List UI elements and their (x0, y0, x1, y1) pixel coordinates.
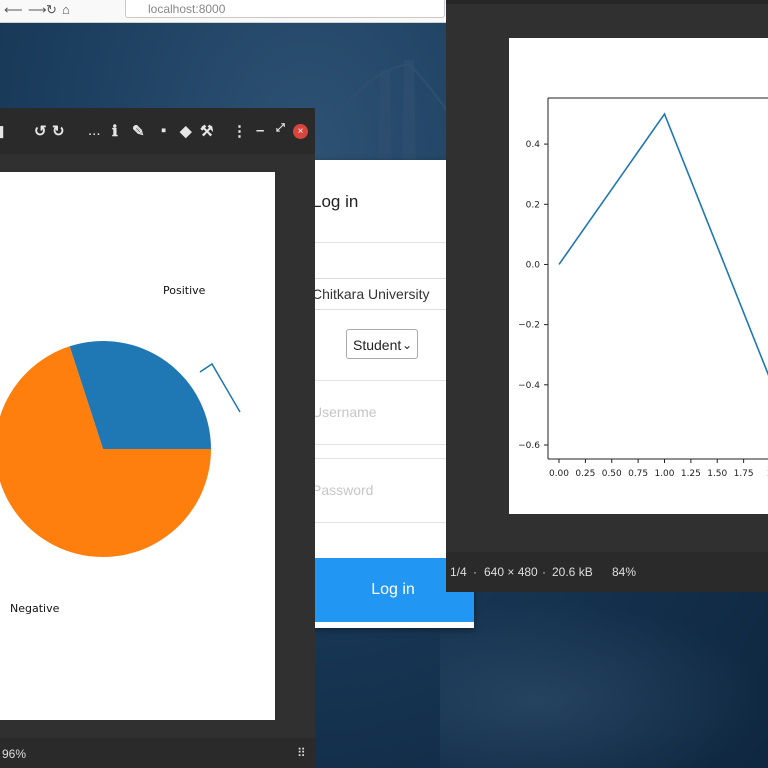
x-tick-label: 0.00 (549, 469, 569, 479)
tools-icon[interactable]: ⚒ (200, 122, 213, 140)
window-top-edge (446, 0, 768, 4)
pie-label-negative: Negative (10, 602, 60, 615)
forward-icon[interactable]: ⟶ (28, 2, 47, 18)
bridge-silhouette (320, 60, 460, 170)
background-line-fragment (199, 362, 241, 413)
zoom-level: 96% (2, 747, 27, 761)
pie-image-viewer-window: ▮ ↺ ↻ ... ℹ ✎ ▪ ◆ ⚒ ⋮ – ⤢ × Positive Nega… (0, 108, 315, 768)
line-chart-canvas: 0.4 0.2 0.0 −0.2 −0.4 −0.6 0.00 0.25 0.50 0.75 1.0… (509, 38, 768, 514)
file-size: 20.6 kB (552, 565, 593, 579)
y-tick-label: −0.4 (518, 381, 540, 391)
background-texture (440, 600, 768, 768)
role-value: Student (353, 337, 402, 353)
zoom-level: 84% (612, 565, 637, 579)
grip-icon[interactable]: ⠿ (297, 746, 306, 760)
pie-chart: Positive Negative (0, 284, 241, 615)
y-tick-label: 0.2 (526, 200, 540, 210)
pie-label-positive: Positive (163, 284, 206, 297)
edit-icon[interactable]: ✎ (132, 122, 145, 140)
browser-toolbar: ⟵ ⟶ ↻ ⌂ localhost:8000 (0, 0, 446, 23)
close-icon[interactable]: × (293, 124, 308, 139)
y-tick-label: 0.0 (526, 260, 541, 270)
x-tick-label: 0.50 (602, 469, 622, 479)
back-icon[interactable]: ⟵ (4, 2, 23, 18)
chevron-down-icon: ⌄ (401, 338, 412, 352)
address-bar[interactable]: localhost:8000 (125, 0, 445, 18)
y-tick-label: −0.2 (518, 321, 540, 331)
menu-dots-icon[interactable]: ⋮ (232, 122, 247, 140)
viewer-statusbar: 96% ⠿ (0, 738, 315, 768)
x-tick-label: 1.25 (681, 469, 701, 479)
x-tick-label: 1.50 (707, 469, 727, 479)
line-chart: 0.4 0.2 0.0 −0.2 −0.4 −0.6 0.00 0.25 0.50 0.75 1.0… (518, 97, 768, 479)
comment-icon[interactable]: ▪ (161, 122, 166, 139)
x-tick-label: 0.25 (575, 469, 595, 479)
info-icon[interactable]: ℹ (112, 122, 118, 140)
password-placeholder: Password (312, 482, 374, 498)
restore-icon[interactable]: ⤢ (276, 122, 285, 135)
role-select[interactable]: Student ⌄ (346, 329, 418, 359)
image-dimensions: 640 × 480 (484, 565, 538, 579)
minimize-icon[interactable]: – (256, 122, 264, 139)
image-index: 1/4 (450, 565, 467, 579)
reload-icon[interactable]: ↻ (46, 2, 57, 18)
x-tick-label: 1.75 (734, 469, 754, 479)
y-tick-label: 0.4 (526, 140, 541, 150)
rotate-left-icon[interactable]: ↺ (34, 122, 47, 140)
more-icon[interactable]: ... (88, 122, 101, 139)
x-tick-label: 1.00 (654, 469, 674, 479)
tag-icon[interactable]: ◆ (180, 122, 192, 140)
username-placeholder: Username (312, 404, 377, 420)
menu-icon[interactable]: ▮ (0, 122, 4, 140)
x-tick-label: 0.75 (628, 469, 648, 479)
viewer-statusbar: 1/4 · 640 × 480 · 20.6 kB 84% (446, 552, 768, 592)
line-series (558, 112, 768, 376)
home-icon[interactable]: ⌂ (62, 2, 70, 17)
login-title: Log in (312, 192, 359, 211)
viewer-toolbar: ▮ ↺ ↻ ... ℹ ✎ ▪ ◆ ⚒ ⋮ – ⤢ × (0, 108, 315, 154)
url-text: localhost:8000 (148, 2, 226, 16)
pie-chart-canvas: Positive Negative (0, 172, 275, 720)
y-tick-label: −0.6 (518, 441, 540, 451)
line-image-viewer-window: 0.4 0.2 0.0 −0.2 −0.4 −0.6 0.00 0.25 0.50 0.75 1.0… (446, 0, 768, 592)
rotate-right-icon[interactable]: ↻ (52, 122, 65, 140)
